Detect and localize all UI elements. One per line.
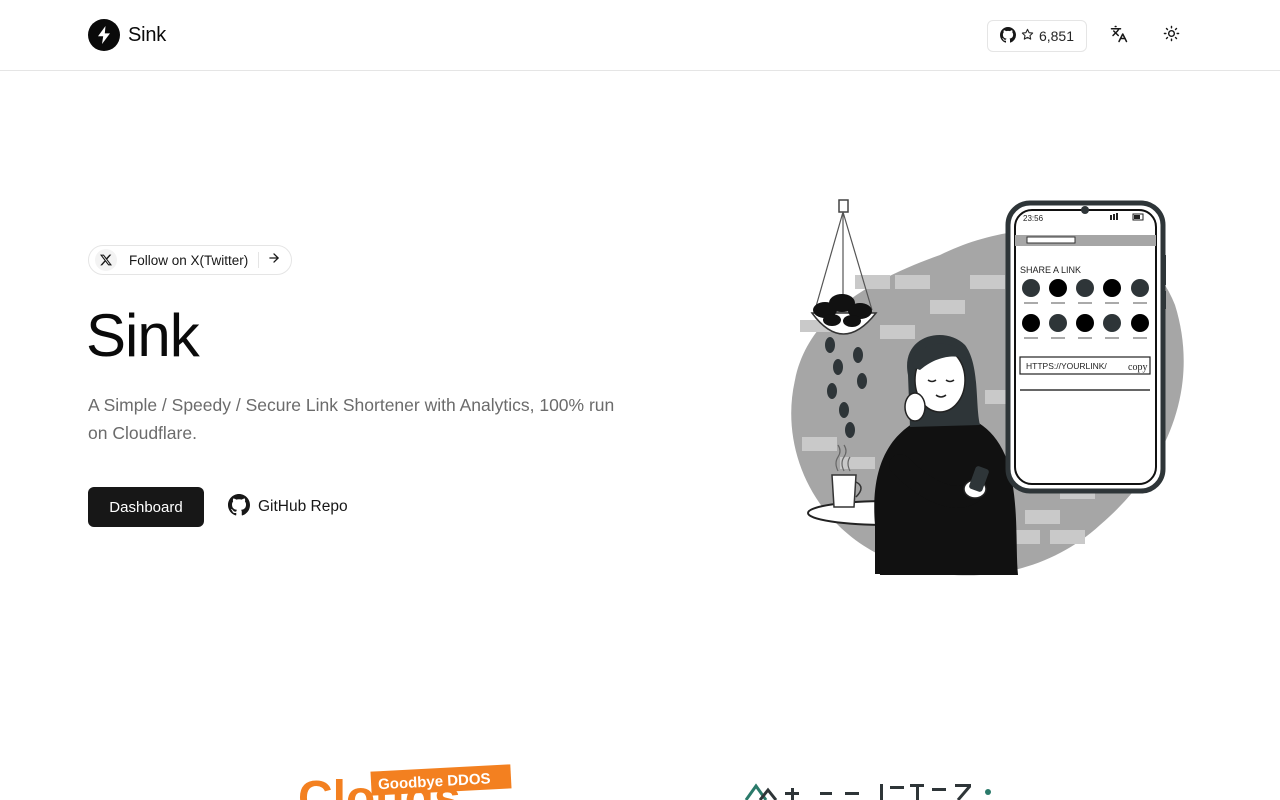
hero-title: Sink (86, 302, 200, 369)
svg-text:HTTPS://YOURLINK/: HTTPS://YOURLINK/ (1026, 361, 1107, 371)
woman-with-phone-illustration: 23:56 SHARE A LINK HTTPS://YOURLINK/ cop… (791, 199, 1184, 576)
badge-divider (258, 252, 260, 268)
lightning-icon (88, 19, 120, 51)
github-stars-count: 6,851 (1038, 28, 1075, 44)
language-switch-button[interactable] (1103, 20, 1135, 52)
arrow-right-icon (267, 251, 281, 270)
star-icon (1021, 28, 1034, 44)
svg-text:23:56: 23:56 (1023, 214, 1044, 223)
site-header: Sink 6,851 (0, 0, 1280, 71)
partner-logo-cloudflare[interactable]: Clouds Goodbye DDOS (296, 762, 526, 800)
github-repo-button[interactable]: GitHub Repo (226, 487, 350, 527)
hero-illustration: 23:56 SHARE A LINK HTTPS://YOURLINK/ cop… (780, 195, 1190, 585)
github-stars-button[interactable]: 6,851 (987, 20, 1087, 52)
partner-logo-2[interactable] (740, 774, 1000, 800)
translate-icon (1110, 25, 1128, 48)
brand-name: Sink (128, 23, 167, 46)
dashboard-button[interactable]: Dashboard (88, 487, 204, 527)
github-repo-label: GitHub Repo (258, 498, 348, 515)
follow-twitter-label: Follow on X(Twitter) (129, 252, 249, 268)
svg-text:copy: copy (1128, 362, 1147, 373)
github-icon (228, 493, 250, 521)
theme-toggle-button[interactable] (1155, 20, 1187, 52)
hero-description: A Simple / Speedy / Secure Link Shortene… (88, 395, 615, 443)
follow-twitter-badge[interactable]: Follow on X(Twitter) (88, 245, 293, 275)
sun-icon (1163, 25, 1180, 47)
brand-logo-link[interactable]: Sink (88, 19, 166, 51)
svg-text:SHARE A LINK: SHARE A LINK (1020, 265, 1081, 275)
github-icon (999, 26, 1016, 46)
x-logo-icon (95, 249, 117, 271)
